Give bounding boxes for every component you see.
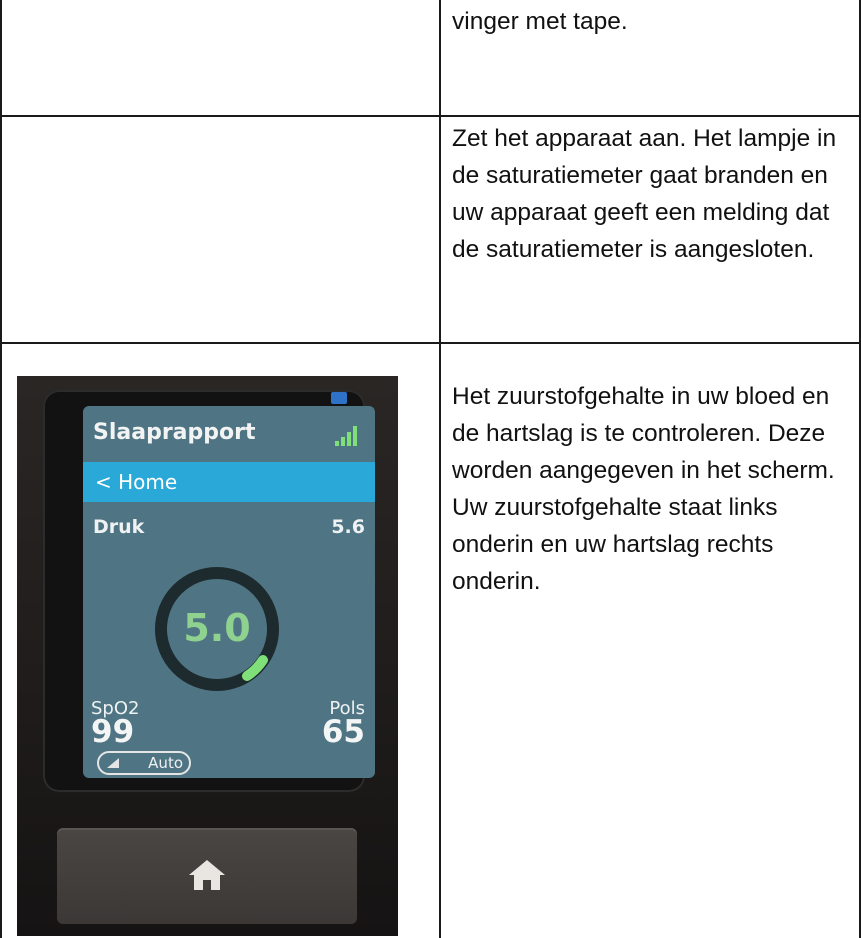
device-photo: Slaaprapport < Home Druk 5.6 5.0 SpO2 99…: [17, 376, 398, 936]
table-border-left: [0, 0, 2, 938]
pulse-value: 65: [321, 714, 365, 750]
home-nav-label: < Home: [95, 470, 178, 494]
screen-title: Slaaprapport: [93, 420, 256, 445]
signal-icon: [335, 426, 361, 446]
pressure-label: Druk: [93, 516, 145, 538]
row-divider-1: [0, 115, 861, 117]
device-bezel: Slaaprapport < Home Druk 5.6 5.0 SpO2 99…: [43, 390, 375, 792]
row-2-text: Zet het apparaat aan. Het lampje in de s…: [452, 125, 837, 263]
device-home-button[interactable]: [57, 828, 357, 924]
row-divider-2: [0, 342, 861, 344]
device-blue-corner: [331, 392, 347, 404]
home-nav-bar[interactable]: < Home: [83, 462, 375, 502]
spo2-value: 99: [91, 714, 135, 750]
device-screen: Slaaprapport < Home Druk 5.6 5.0 SpO2 99…: [83, 406, 375, 778]
auto-mode-label: Auto: [148, 754, 183, 772]
center-value: 5.0: [183, 606, 251, 650]
auto-mode-badge: Auto: [97, 751, 191, 775]
auto-ramp-icon: [107, 758, 119, 768]
row-1-text: vinger met tape.: [452, 8, 628, 35]
pressure-value: 5.6: [331, 516, 365, 538]
row-3-text: Het zuurstofgehalte in uw bloed en de ha…: [452, 383, 835, 595]
table-column-divider: [439, 0, 441, 938]
home-icon: [189, 860, 225, 890]
